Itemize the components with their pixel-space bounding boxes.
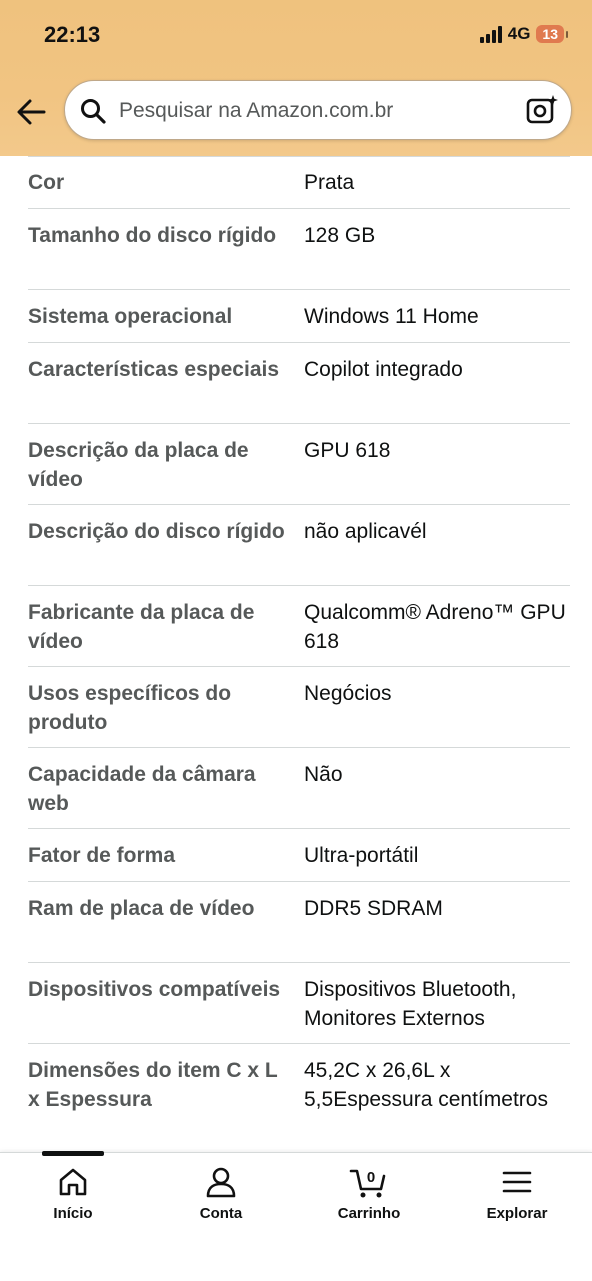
spec-key: Descrição do disco rígido (28, 520, 285, 543)
battery-icon: 13 (536, 25, 568, 43)
camera-search-icon[interactable] (525, 93, 559, 127)
spec-row: Tamanho do disco rígido 128 GB (28, 209, 570, 290)
spec-row: Fabricante da placa de vídeo Qualcomm® Ad… (28, 586, 570, 667)
status-indicators: 4G 13 (479, 24, 568, 44)
menu-icon (502, 1171, 532, 1193)
active-tab-indicator (42, 1151, 104, 1156)
search-icon (81, 99, 106, 124)
spec-value: 128 GB (304, 224, 376, 247)
spec-key: Ram de placa de vídeo (28, 897, 255, 920)
spec-key: Descrição da placa de vídeo (28, 439, 249, 491)
spec-row: Fator de forma Ultra-portátil (28, 829, 570, 882)
cart-icon: 0 (349, 1169, 386, 1198)
spec-key: Fator de forma (28, 844, 176, 867)
home-icon (59, 1168, 87, 1196)
cart-count: 0 (367, 1169, 375, 1186)
spec-key: Fabricante da placa de vídeo (28, 601, 255, 653)
spec-row: Dimensões do item C x L x Espessura 45,2C… (28, 1044, 570, 1154)
spec-row: Características especiais Copilot integra… (28, 343, 570, 424)
product-specs-table: Cor Prata Tamanho do disco rígido 128 GB Sis… (28, 156, 570, 1154)
status-time: 22:13 (44, 22, 101, 47)
spec-value: Prata (304, 171, 355, 194)
spec-key: Dimensões do item C x L x Espessura (28, 1059, 278, 1111)
spec-key: Sistema operacional (28, 305, 233, 328)
spec-value: GPU 618 (304, 439, 391, 462)
spec-row: Descrição da placa de vídeo GPU 618 (28, 424, 570, 505)
search-bar[interactable] (64, 80, 572, 140)
spec-key: Usos específicos do produto (28, 682, 232, 734)
spec-row: Descrição do disco rígido não aplicavél (28, 505, 570, 586)
spec-value: Copilot integrado (304, 358, 463, 381)
spec-row: Cor Prata (28, 156, 570, 209)
spec-value: Windows 11 Home (304, 305, 479, 328)
back-arrow-icon[interactable] (14, 94, 50, 130)
spec-value: DDR5 SDRAM (304, 897, 443, 920)
spec-key: Dispositivos compatíveis (28, 978, 281, 1001)
nav-account-label: Conta (199, 1205, 243, 1222)
nav-home[interactable]: Início (13, 1165, 133, 1222)
spec-row: Ram de placa de vídeo DDR5 SDRAM (28, 882, 570, 963)
spec-value: não aplicavél (304, 520, 427, 543)
nav-cart-label: Carrinho (337, 1205, 401, 1222)
bottom-nav: Início Conta 0 Carrinho Explorar (0, 1151, 592, 1281)
spec-row: Usos específicos do produto Negócios (28, 667, 570, 748)
spec-value: Ultra-portátil (304, 844, 419, 867)
nav-explore-label: Explorar (486, 1205, 548, 1222)
spec-key: Tamanho do disco rígido (28, 224, 277, 247)
signal-icon (479, 25, 502, 43)
app-header: 22:13 4G 13 (0, 0, 592, 156)
spec-value: 45,2C x 26,6L x 5,5Espessura centímetros (304, 1059, 548, 1111)
nav-explore[interactable]: Explorar (457, 1165, 577, 1222)
spec-value: Negócios (304, 682, 392, 705)
spec-row: Dispositivos compatíveis Dispositivos Blu… (28, 963, 570, 1044)
spec-value: Não (304, 763, 343, 786)
network-type: 4G (507, 24, 531, 43)
spec-key: Capacidade da câmara web (28, 763, 256, 815)
search-input[interactable] (117, 90, 521, 132)
spec-value: Dispositivos Bluetooth, Monitores Extern… (304, 978, 517, 1030)
spec-row: Capacidade da câmara web Não (28, 748, 570, 829)
spec-key: Características especiais (28, 358, 280, 381)
nav-cart[interactable]: 0 Carrinho (309, 1165, 429, 1222)
spec-value: Qualcomm® Adreno™ GPU 618 (304, 601, 566, 653)
account-icon (206, 1167, 236, 1198)
nav-home-label: Início (53, 1205, 93, 1222)
nav-account[interactable]: Conta (161, 1165, 281, 1222)
spec-row: Sistema operacional Windows 11 Home (28, 290, 570, 343)
spec-key: Cor (28, 171, 65, 194)
